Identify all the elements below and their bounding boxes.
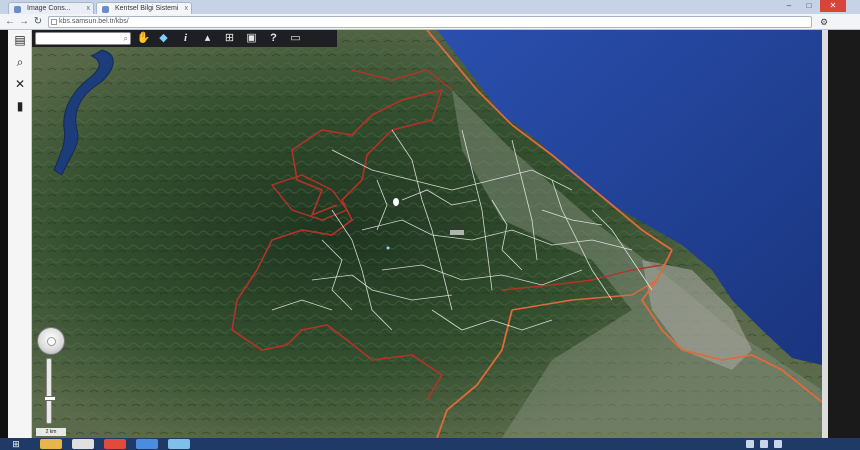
app-icon[interactable] (136, 439, 158, 449)
scale-bar: 2 km (36, 428, 66, 436)
system-tray (736, 439, 856, 449)
trash-icon[interactable]: ▴ (200, 31, 215, 46)
tab-favicon-icon (102, 6, 109, 13)
tab-image[interactable]: Image Cons... x (8, 2, 94, 14)
os-taskbar: ⊞ (0, 438, 860, 450)
close-window-button[interactable]: ✕ (820, 0, 846, 12)
layers-icon[interactable]: ▤ (12, 32, 28, 48)
forward-icon[interactable]: → (18, 16, 30, 28)
reload-icon[interactable]: ↻ (32, 16, 44, 28)
zoom-slider-handle[interactable] (44, 395, 56, 401)
tab-favicon-icon (14, 6, 21, 13)
volume-icon[interactable] (760, 440, 768, 448)
flag-icon[interactable] (774, 440, 782, 448)
satellite-map[interactable] (32, 30, 822, 438)
zoom-slider[interactable] (44, 358, 56, 424)
tab-label: Image Cons... (27, 5, 71, 12)
tab-label: Kentsel Bilgi Sistemi (115, 5, 179, 12)
bookmark-icon[interactable]: ▮ (12, 98, 28, 114)
map-toolbar: ⌕ ✋ ◆ i ▴ ⊞ ▣ ? ▭ (32, 30, 337, 47)
wrench-menu-icon[interactable]: ⚙ (818, 16, 830, 28)
search-icon[interactable]: ⌕ (124, 33, 128, 45)
map-search-input[interactable]: ⌕ (35, 32, 131, 45)
pan-hand-icon[interactable]: ✋ (136, 31, 151, 46)
navigate-icon[interactable]: ◆ (156, 31, 171, 46)
address-text: kbs.samsun.bel.tr/kbs/ (59, 18, 129, 25)
back-icon[interactable]: ← (4, 16, 16, 28)
explorer-icon[interactable] (40, 439, 62, 449)
address-bar[interactable]: kbs.samsun.bel.tr/kbs/ (48, 16, 812, 28)
chrome-icon[interactable] (104, 439, 126, 449)
browser-navbar: ← → ↻ kbs.samsun.bel.tr/kbs/ ⚙ (0, 14, 860, 30)
pan-control[interactable] (37, 327, 65, 355)
info-icon[interactable]: i (178, 31, 193, 46)
browser-tabbar: Image Cons... x Kentsel Bilgi Sistemi x … (0, 0, 860, 14)
grid-icon[interactable]: ⊞ (222, 31, 237, 46)
media-icon[interactable] (72, 439, 94, 449)
tab-kbs[interactable]: Kentsel Bilgi Sistemi x (96, 2, 192, 14)
network-icon[interactable] (746, 440, 754, 448)
help-icon[interactable]: ? (266, 31, 281, 46)
tools-icon[interactable]: ✕ (12, 76, 28, 92)
viewer-icon[interactable] (168, 439, 190, 449)
start-button[interactable]: ⊞ (4, 438, 28, 450)
page-icon (51, 19, 57, 25)
search-icon[interactable]: ⌕ (12, 54, 28, 70)
pan-center-icon[interactable] (47, 337, 56, 346)
map-marker (393, 198, 399, 206)
page-scrollbar[interactable] (822, 30, 828, 438)
minimize-button[interactable]: – (780, 0, 798, 12)
tab-close-icon[interactable]: x (87, 3, 91, 14)
print-icon[interactable]: ▭ (288, 31, 303, 46)
left-tool-rail: ▤ ⌕ ✕ ▮ (8, 30, 32, 438)
tab-close-icon[interactable]: x (185, 3, 189, 14)
export-icon[interactable]: ▣ (244, 31, 259, 46)
map-canvas (32, 30, 822, 438)
maximize-button[interactable]: □ (800, 0, 818, 12)
